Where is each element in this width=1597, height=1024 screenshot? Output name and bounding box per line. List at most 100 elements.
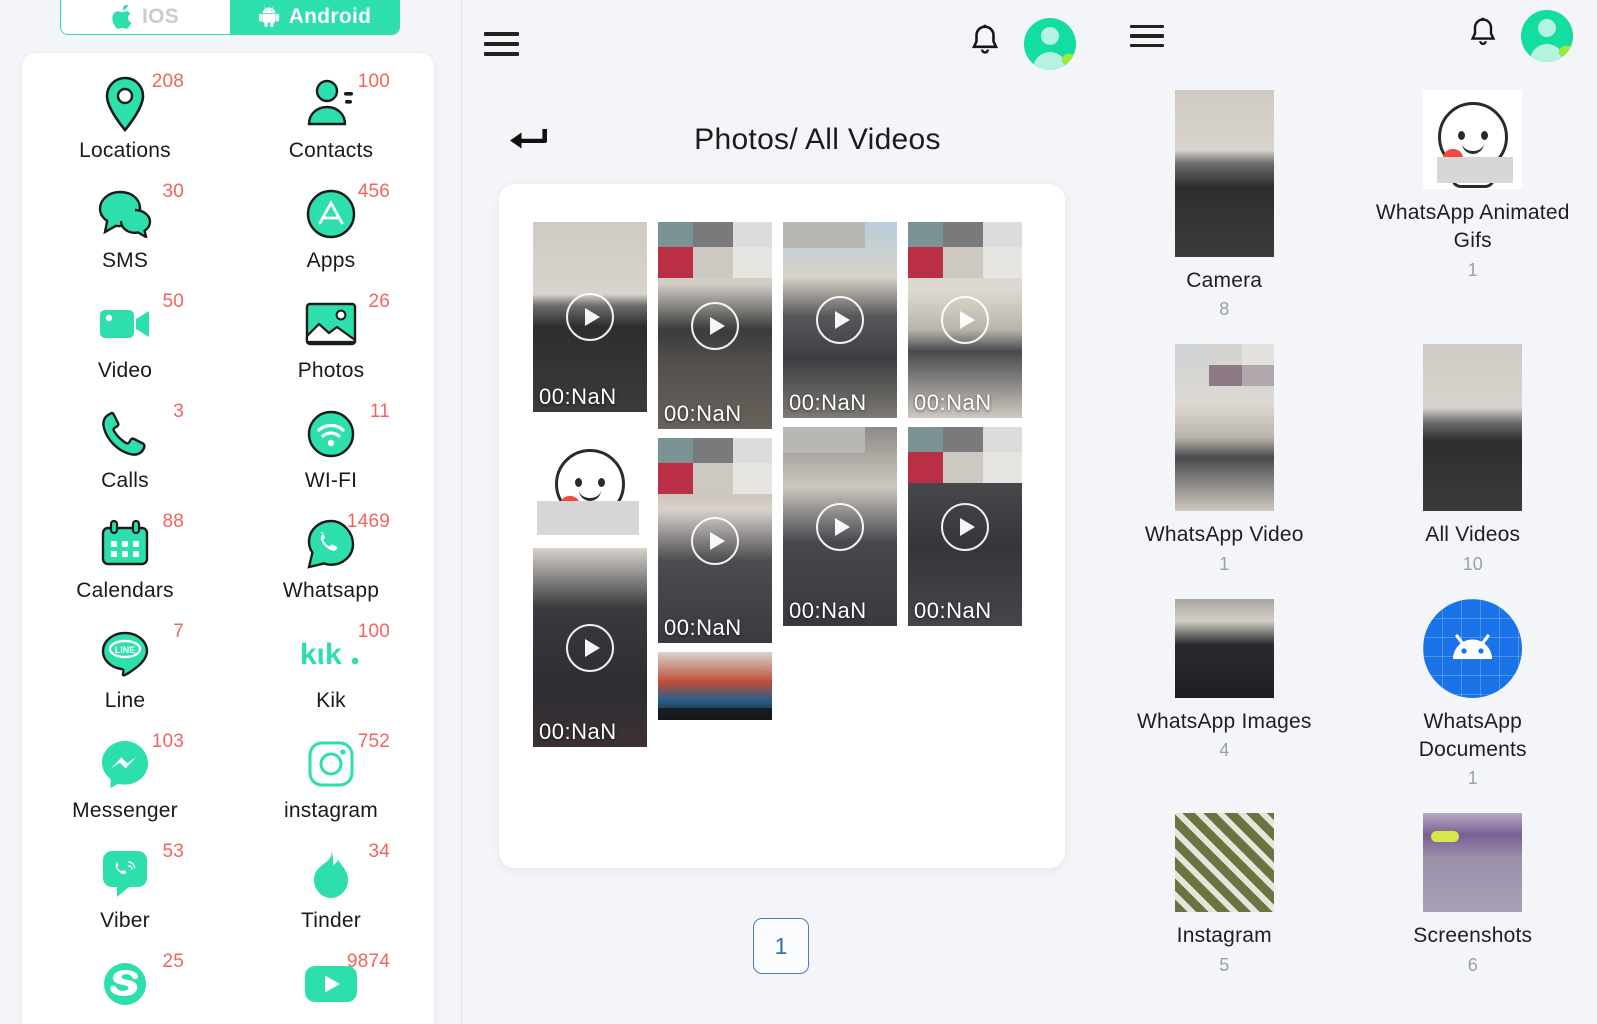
- play-button-icon[interactable]: [566, 623, 614, 672]
- video-thumbnail[interactable]: 00:NaN: [783, 222, 897, 418]
- sidebar-item-contacts[interactable]: 100 Contacts: [228, 71, 434, 183]
- right-panel: Camera 8 WhatsApp Animated Gifs 1 WhatsApp V…: [1100, 0, 1597, 1024]
- apple-icon: [112, 4, 133, 30]
- folder-item-instagram[interactable]: Instagram 5: [1100, 809, 1349, 979]
- sidebar-item-youtube[interactable]: 9874: [228, 951, 434, 1024]
- sidebar-item-count: 752: [357, 731, 390, 752]
- sidebar-item-count: 3: [173, 401, 184, 422]
- sidebar-item-whatsapp[interactable]: 1469 Whatsapp: [228, 511, 434, 623]
- app-store-icon: 456: [278, 181, 390, 245]
- play-button-icon[interactable]: [691, 516, 739, 565]
- folder-thumbnail: [1423, 813, 1523, 913]
- center-topbar: [462, 0, 1100, 88]
- sidebar-item-count: 34: [368, 841, 390, 862]
- folder-name: WhatsApp Images: [1136, 709, 1312, 733]
- folder-item-camera[interactable]: Camera 8: [1100, 86, 1349, 324]
- video-thumbnail[interactable]: 00:NaN: [908, 427, 1022, 626]
- tab-ios[interactable]: IOS: [61, 0, 230, 34]
- folder-thumbnail: [1174, 598, 1274, 698]
- folder-count: 5: [1219, 954, 1230, 975]
- video-duration: 00:NaN: [914, 598, 992, 623]
- video-thumbnail[interactable]: 00:NaN: [908, 222, 1022, 418]
- sidebar-item-label: Viber: [100, 909, 150, 932]
- right-topbar-actions: [1467, 10, 1597, 62]
- video-duration: 00:NaN: [789, 598, 867, 623]
- hamburger-menu-icon[interactable]: [1130, 19, 1164, 54]
- play-button-icon[interactable]: [941, 502, 989, 551]
- sidebar-item-label: Whatsapp: [282, 579, 380, 602]
- sidebar-item-viber[interactable]: 53 Viber: [22, 841, 228, 953]
- sidebar-item-wi-fi[interactable]: 11 WI-FI: [228, 401, 434, 513]
- back-arrow-icon[interactable]: [507, 120, 555, 161]
- photo-icon: 26: [278, 291, 390, 355]
- left-sidebar: IOS Android 208 Locations 100 Contacts 30 SMS…: [0, 0, 462, 1024]
- sidebar-item-tinder[interactable]: 34 Tinder: [228, 841, 434, 953]
- mosaic-overlay: [908, 222, 1022, 278]
- sidebar-item-video[interactable]: 50 Video: [22, 291, 228, 403]
- video-thumbnail[interactable]: 00:NaN: [658, 222, 772, 429]
- folder-thumbnail: [1174, 813, 1274, 913]
- sidebar-item-messenger[interactable]: 103 Messenger: [22, 731, 228, 843]
- folder-count: 8: [1219, 299, 1230, 320]
- video-thumbnail[interactable]: 00:NaN: [533, 548, 647, 747]
- folder-item-whatsapp-animated-gifs[interactable]: WhatsApp Animated Gifs 1: [1349, 86, 1597, 324]
- tab-android[interactable]: Android: [230, 0, 399, 34]
- mosaic-overlay: [908, 427, 1022, 483]
- sidebar-item-instagram[interactable]: 752 instagram: [228, 731, 434, 843]
- kik-icon: kιk 100: [278, 621, 390, 685]
- sidebar-item-label: WI-FI: [304, 469, 358, 492]
- sidebar-item-label: Calendars: [76, 579, 174, 602]
- sidebar-item-sms[interactable]: 30 SMS: [22, 181, 228, 293]
- sidebar-item-label: Photos: [297, 359, 365, 382]
- video-thumbnail[interactable]: [533, 421, 647, 539]
- sidebar-item-count: 100: [357, 621, 390, 642]
- sidebar-item-line[interactable]: LINE 7 Line: [22, 621, 228, 733]
- viber-icon: 53: [72, 841, 184, 905]
- video-gallery-card: 00:NaN 00:NaN 00:NaN 00:NaN 00:NaN 00:NaN 00:N…: [499, 184, 1065, 868]
- folder-name: All Videos: [1425, 523, 1521, 547]
- folder-item-screenshots[interactable]: Screenshots 6: [1349, 809, 1597, 979]
- play-button-icon[interactable]: [941, 296, 989, 344]
- video-duration: 00:NaN: [789, 390, 867, 415]
- folder-thumbnail: [1423, 344, 1523, 512]
- pagination: 1: [462, 918, 1100, 974]
- sidebar-item-count: 7: [173, 621, 184, 642]
- notification-bell-icon[interactable]: [1467, 16, 1499, 57]
- play-button-icon[interactable]: [691, 301, 739, 350]
- folder-count: 4: [1219, 740, 1230, 761]
- folder-item-whatsapp-video[interactable]: WhatsApp Video 1: [1100, 340, 1349, 578]
- center-subheader: Photos/ All Videos: [462, 112, 1100, 168]
- video-duration: 00:NaN: [914, 390, 992, 415]
- video-thumbnail[interactable]: [658, 652, 772, 720]
- folder-thumbnail: [1174, 344, 1274, 512]
- notification-bell-icon[interactable]: [968, 23, 1002, 66]
- app-root: IOS Android 208 Locations 100 Contacts 30 SMS…: [0, 0, 1597, 1024]
- sidebar-item-count: 11: [369, 401, 390, 422]
- android-icon: [258, 6, 280, 28]
- sidebar-item-skype[interactable]: 25: [22, 951, 228, 1024]
- folder-item-whatsapp-documents[interactable]: WhatsApp Documents 1: [1349, 595, 1597, 794]
- play-button-icon[interactable]: [566, 293, 614, 341]
- tab-ios-label: IOS: [141, 5, 180, 28]
- user-avatar-icon[interactable]: [1521, 10, 1573, 62]
- video-thumbnail[interactable]: 00:NaN: [783, 427, 897, 626]
- sidebar-item-photos[interactable]: 26 Photos: [228, 291, 434, 403]
- video-thumbnail[interactable]: 00:NaN: [658, 438, 772, 643]
- play-button-icon[interactable]: [816, 502, 864, 551]
- sidebar-item-label: Kik: [316, 689, 346, 712]
- folder-thumbnail: [1423, 90, 1523, 189]
- folder-item-whatsapp-images[interactable]: WhatsApp Images 4: [1100, 595, 1349, 794]
- folder-item-all-videos[interactable]: All Videos 10: [1349, 340, 1597, 578]
- location-pin-icon: 208: [72, 71, 184, 135]
- user-avatar-icon[interactable]: [1024, 18, 1076, 70]
- sidebar-item-kik[interactable]: kιk 100 Kik: [228, 621, 434, 733]
- sidebar-item-calendars[interactable]: 88 Calendars: [22, 511, 228, 623]
- play-button-icon[interactable]: [816, 296, 864, 344]
- sidebar-item-apps[interactable]: 456 Apps: [228, 181, 434, 293]
- sidebar-item-label: Locations: [79, 139, 171, 162]
- pagination-page-1[interactable]: 1: [753, 918, 809, 974]
- video-thumbnail[interactable]: 00:NaN: [533, 222, 647, 412]
- hamburger-menu-icon[interactable]: [484, 26, 519, 62]
- sidebar-item-locations[interactable]: 208 Locations: [22, 71, 228, 183]
- sidebar-item-calls[interactable]: 3 Calls: [22, 401, 228, 513]
